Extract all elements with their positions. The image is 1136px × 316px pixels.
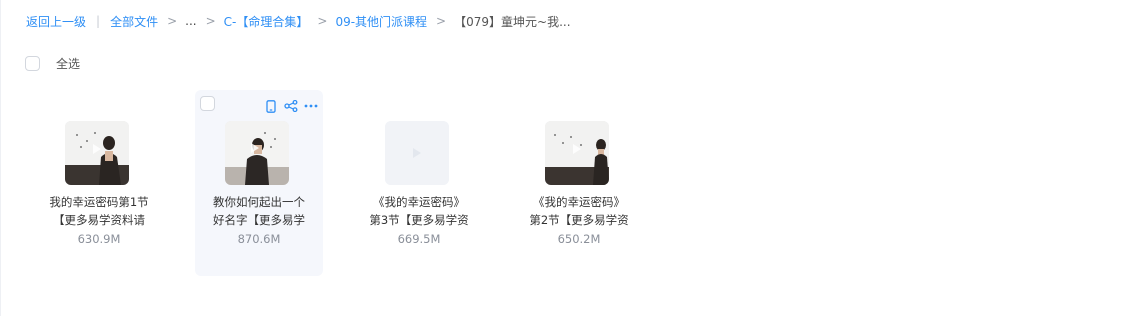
breadcrumb-ellipsis[interactable]: ... <box>185 14 196 28</box>
file-name[interactable]: 《我的幸运密码》 第2节【更多易学资 <box>515 193 643 229</box>
breadcrumb-divider: | <box>96 14 101 28</box>
video-thumbnail[interactable] <box>65 121 129 185</box>
all-files-link[interactable]: 全部文件 <box>110 13 158 30</box>
lecture-video-image <box>545 121 609 185</box>
more-icon[interactable] <box>301 98 321 114</box>
chevron-right-icon: > <box>167 14 178 28</box>
file-tile[interactable]: 我的幸运密码第1节 【更多易学资料请 630.9M <box>35 90 163 276</box>
lecture-video-image <box>225 121 289 185</box>
video-placeholder-icon <box>385 121 449 185</box>
select-all-checkbox[interactable] <box>25 56 40 71</box>
back-link[interactable]: 返回上一级 <box>26 13 86 30</box>
breadcrumb-current: 【079】童坤元~我... <box>454 14 571 29</box>
file-tile[interactable]: 《我的幸运密码》 第2节【更多易学资 650.2M <box>515 90 643 276</box>
file-checkbox[interactable] <box>200 96 215 111</box>
breadcrumb-level2-link[interactable]: 09-其他门派课程 <box>335 13 427 30</box>
video-thumbnail[interactable] <box>545 121 609 185</box>
share-icon[interactable] <box>281 98 301 114</box>
phone-icon[interactable] <box>261 98 281 114</box>
file-size: 630.9M <box>77 232 121 246</box>
select-all-label: 全选 <box>56 57 81 71</box>
select-all[interactable]: 全选 <box>25 55 80 72</box>
file-tile[interactable]: 《我的幸运密码》 第3节【更多易学资 669.5M <box>355 90 483 276</box>
chevron-right-icon: > <box>317 14 328 28</box>
file-actions <box>261 98 321 114</box>
file-name[interactable]: 我的幸运密码第1节 【更多易学资料请 <box>35 193 163 229</box>
file-size: 669.5M <box>397 232 441 246</box>
chevron-right-icon: > <box>436 14 447 28</box>
breadcrumb: 返回上一级 | 全部文件 > ... > C-【命理合集】 > 09-其他门派课… <box>26 13 571 29</box>
file-name[interactable]: 教你如何起出一个 好名字【更多易学 <box>195 193 323 229</box>
breadcrumb-level1-link[interactable]: C-【命理合集】 <box>224 13 309 30</box>
page-left-border <box>0 0 1 316</box>
lecture-video-image <box>65 121 129 185</box>
file-size: 870.6M <box>237 232 281 246</box>
file-grid: 我的幸运密码第1节 【更多易学资料请 630.9M 教你如何起出一个 好名字【更… <box>35 90 675 276</box>
file-tile[interactable]: 教你如何起出一个 好名字【更多易学 870.6M <box>195 90 323 276</box>
file-size: 650.2M <box>557 232 601 246</box>
video-thumbnail[interactable] <box>225 121 289 185</box>
chevron-right-icon: > <box>205 14 216 28</box>
file-name[interactable]: 《我的幸运密码》 第3节【更多易学资 <box>355 193 483 229</box>
video-thumbnail[interactable] <box>385 121 449 185</box>
